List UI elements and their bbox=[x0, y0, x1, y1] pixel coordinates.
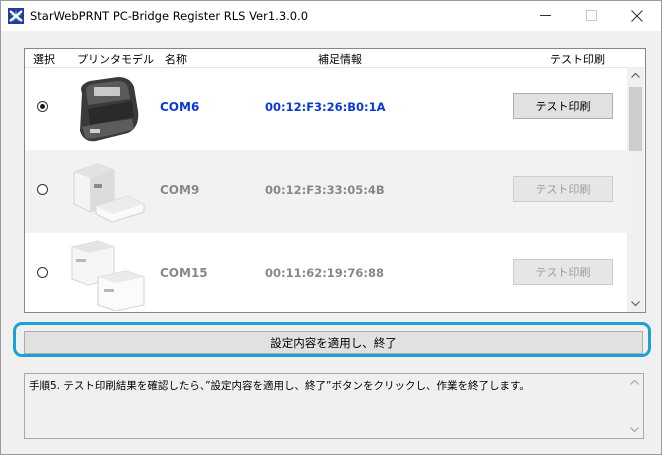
header-test[interactable]: テスト印刷 bbox=[550, 51, 605, 67]
list-scrollbar[interactable] bbox=[627, 67, 644, 312]
receipt-printer-white-image bbox=[73, 163, 145, 223]
instruction-message-box: 手順5. テスト印刷結果を確認したら、”設定内容を適用し、終了”ボタンをクリック… bbox=[24, 373, 644, 439]
maximize-button bbox=[568, 1, 614, 30]
select-radio-com9[interactable] bbox=[37, 184, 48, 195]
starweb-app-icon bbox=[8, 8, 24, 24]
radio-selected-dot bbox=[40, 104, 45, 109]
printer-name-com6: COM6 bbox=[160, 100, 200, 114]
printer-name-com9: COM9 bbox=[160, 183, 200, 197]
scroll-up-arrow-icon[interactable] bbox=[627, 67, 644, 84]
printer-info-com9: 00:12:F3:33:05:4B bbox=[265, 183, 385, 197]
header-name[interactable]: 名称 bbox=[165, 51, 187, 67]
message-scrollbar bbox=[626, 374, 643, 438]
window-title: StarWebPRNT PC-Bridge Register RLS Ver1.… bbox=[30, 9, 309, 23]
apply-and-exit-button[interactable]: 設定内容を適用し、終了 bbox=[24, 331, 643, 354]
portable-printer-image bbox=[80, 77, 139, 142]
printer-info-com6: 00:12:F3:26:B0:1A bbox=[265, 100, 386, 114]
list-row-com6[interactable]: COM6 00:12:F3:26:B0:1A テスト印刷 bbox=[25, 67, 627, 150]
minimize-button[interactable] bbox=[522, 1, 568, 30]
title-bar[interactable]: StarWebPRNT PC-Bridge Register RLS Ver1.… bbox=[1, 1, 661, 31]
header-model[interactable]: プリンタモデル bbox=[77, 51, 154, 67]
test-print-button-com15: テスト印刷 bbox=[513, 259, 613, 285]
printer-info-com15: 00:11:62:19:76:88 bbox=[265, 266, 385, 280]
client-area: 選択 プリンタモデル 名称 補足情報 テスト印刷 COM6 00:12:F3:2… bbox=[1, 31, 661, 454]
msg-scroll-down-icon bbox=[626, 421, 643, 438]
list-header: 選択 プリンタモデル 名称 補足情報 テスト印刷 bbox=[25, 49, 645, 68]
close-button[interactable] bbox=[614, 1, 660, 30]
test-print-button-com6[interactable]: テスト印刷 bbox=[513, 93, 613, 119]
scroll-thumb[interactable] bbox=[629, 87, 642, 151]
printer-name-com15: COM15 bbox=[160, 266, 208, 280]
instruction-text: 手順5. テスト印刷結果を確認したら、”設定内容を適用し、終了”ボタンをクリック… bbox=[29, 380, 530, 392]
minimize-icon bbox=[539, 15, 551, 16]
printer-list[interactable]: 選択 プリンタモデル 名称 補足情報 テスト印刷 COM6 00:12:F3:2… bbox=[24, 48, 646, 313]
receipt-printer-cube-image bbox=[71, 240, 145, 311]
scroll-down-arrow-icon[interactable] bbox=[627, 295, 644, 312]
select-radio-com15[interactable] bbox=[37, 267, 48, 278]
list-row-com9[interactable]: COM9 00:12:F3:33:05:4B テスト印刷 bbox=[25, 150, 627, 233]
list-row-com15[interactable]: COM15 00:11:62:19:76:88 テスト印刷 bbox=[25, 233, 627, 312]
select-radio-com6[interactable] bbox=[37, 101, 48, 112]
header-info[interactable]: 補足情報 bbox=[318, 51, 362, 67]
close-icon bbox=[631, 9, 643, 22]
test-print-button-com9: テスト印刷 bbox=[513, 176, 613, 202]
maximize-icon bbox=[585, 10, 597, 21]
header-select[interactable]: 選択 bbox=[33, 51, 55, 67]
msg-scroll-up-icon bbox=[626, 374, 643, 391]
app-window: StarWebPRNT PC-Bridge Register RLS Ver1.… bbox=[0, 0, 662, 455]
